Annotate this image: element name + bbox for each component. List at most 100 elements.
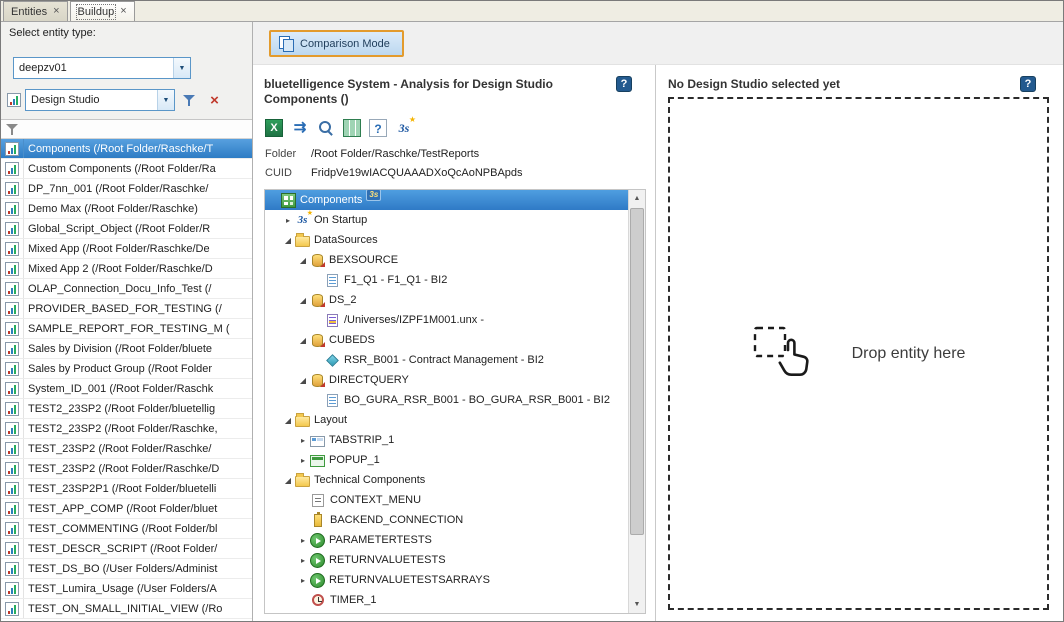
db-icon	[312, 294, 323, 307]
list-item-label: System_ID_001 (/Root Folder/Raschk	[24, 383, 252, 395]
tree-item[interactable]: ◢ DIRECTQUERY	[265, 370, 628, 390]
close-icon[interactable]	[120, 6, 126, 17]
expand-icon[interactable]: ▸	[296, 536, 310, 545]
list-item[interactable]: DP_7nn_001 (/Root Folder/Raschke/	[1, 179, 252, 199]
folder-icon	[295, 236, 310, 247]
tree-item[interactable]: ▸RETURNVALUETESTS	[265, 550, 628, 570]
close-icon[interactable]	[53, 6, 59, 17]
design-studio-app-icon	[5, 502, 19, 516]
drop-zone[interactable]: Drop entity here	[668, 97, 1049, 610]
design-studio-app-icon	[5, 262, 19, 276]
collapse-icon[interactable]: ◢	[281, 236, 295, 245]
list-item[interactable]: TEST_23SP2 (/Root Folder/Raschke/	[1, 439, 252, 459]
list-item[interactable]: TEST2_23SP2 (/Root Folder/Raschke,	[1, 419, 252, 439]
list-item[interactable]: SAMPLE_REPORT_FOR_TESTING_M (	[1, 319, 252, 339]
list-item[interactable]: TEST_23SP2P1 (/Root Folder/bluetelli	[1, 479, 252, 499]
expand-icon[interactable]: ▸	[296, 556, 310, 565]
list-item[interactable]: PROVIDER_BASED_FOR_TESTING (/	[1, 299, 252, 319]
collapse-icon[interactable]: ◢	[296, 256, 310, 265]
transport-icon[interactable]	[291, 119, 309, 137]
list-item[interactable]: TEST_23SP2 (/Root Folder/Raschke/D	[1, 459, 252, 479]
collapse-icon[interactable]: ◢	[296, 336, 310, 345]
tab-buildup[interactable]: Buildup	[70, 1, 135, 21]
tree-item[interactable]: ◢DataSources	[265, 230, 628, 250]
tree-item[interactable]: ▸POPUP_1	[265, 450, 628, 470]
list-item[interactable]: TEST_ON_SMALL_INITIAL_VIEW (/Ro	[1, 599, 252, 619]
entity-grid-filter-row[interactable]	[1, 120, 252, 139]
help-doc-icon[interactable]	[369, 119, 387, 137]
help-icon[interactable]	[1020, 76, 1036, 92]
collapse-icon[interactable]: ◢	[296, 376, 310, 385]
excel-report-icon[interactable]	[343, 119, 361, 137]
list-item[interactable]: Sales by Division (/Root Folder/bluete	[1, 339, 252, 359]
list-item[interactable]: Global_Script_Object (/Root Folder/R	[1, 219, 252, 239]
tree-item[interactable]: ◢Technical Components	[265, 470, 628, 490]
list-item[interactable]: TEST_DS_BO (/User Folders/Administ	[1, 559, 252, 579]
tree-item[interactable]: ◢BEXSOURCE	[265, 250, 628, 270]
cuid-field: CUID FridpVe19wIACQUAAADXoQcAoNPBApds	[265, 167, 646, 179]
tree-item-label: DIRECTQUERY	[325, 374, 409, 386]
icon-cell	[1, 239, 24, 258]
system-dropdown[interactable]: deepzv01	[13, 57, 191, 79]
list-item[interactable]: Mixed App (/Root Folder/Raschke/De	[1, 239, 252, 259]
tree-item[interactable]: F1_Q1 - F1_Q1 - BI2	[265, 270, 628, 290]
collapse-icon[interactable]: ◢	[281, 416, 295, 425]
tree-item[interactable]: Components3s	[265, 190, 628, 210]
tree-item[interactable]: ◢CUBEDS	[265, 330, 628, 350]
tree-item[interactable]: CONTEXT_MENU	[265, 490, 628, 510]
chevron-down-icon[interactable]	[173, 58, 190, 78]
scrollbar-thumb[interactable]	[630, 208, 644, 535]
tree-item[interactable]: ◢Layout	[265, 410, 628, 430]
list-item-label: TEST_DS_BO (/User Folders/Administ	[24, 563, 252, 575]
tree-item[interactable]: RSR_B001 - Contract Management - BI2	[265, 350, 628, 370]
tree-item[interactable]: TIMER_1	[265, 590, 628, 610]
list-item[interactable]: Components (/Root Folder/Raschke/T	[1, 139, 252, 159]
excel-export-icon[interactable]	[265, 119, 283, 137]
cuid-value: FridpVe19wIACQUAAADXoQcAoNPBApds	[311, 167, 523, 179]
list-item[interactable]: Mixed App 2 (/Root Folder/Raschke/D	[1, 259, 252, 279]
tree-item[interactable]: ▸ RETURNVALUETESTSARRAYS	[265, 570, 628, 590]
collapse-icon[interactable]: ◢	[296, 296, 310, 305]
clear-filter-button[interactable]	[204, 90, 225, 111]
list-item[interactable]: TEST_DESCR_SCRIPT (/Root Folder/	[1, 539, 252, 559]
expand-icon[interactable]: ▸	[296, 576, 310, 585]
list-item[interactable]: Sales by Product Group (/Root Folder	[1, 359, 252, 379]
tree-item[interactable]: BO_GURA_RSR_B001 - BO_GURA_RSR_B001 - BI…	[265, 390, 628, 410]
tree-item[interactable]: ▸On Startup	[265, 210, 628, 230]
list-item[interactable]: TEST_APP_COMP (/Root Folder/bluet	[1, 499, 252, 519]
tree-item-label: BO_GURA_RSR_B001 - BO_GURA_RSR_B001 - BI…	[340, 394, 610, 406]
system-dropdown-value: deepzv01	[19, 62, 67, 74]
tree-item[interactable]: ▸TABSTRIP_1	[265, 430, 628, 450]
help-icon[interactable]	[616, 76, 632, 92]
doc-icon	[327, 274, 338, 287]
tree-item[interactable]: ◢DS_2	[265, 290, 628, 310]
list-item[interactable]: TEST_Lumira_Usage (/User Folders/A	[1, 579, 252, 599]
tab-entities[interactable]: Entities	[3, 1, 68, 21]
3s-settings-icon[interactable]	[395, 119, 413, 137]
tree-item[interactable]: ▸PARAMETERTESTS	[265, 530, 628, 550]
design-studio-app-icon	[5, 382, 19, 396]
tree-item-label: RETURNVALUETESTSARRAYS	[325, 574, 490, 586]
expand-icon[interactable]: ▸	[296, 456, 310, 465]
chevron-down-icon[interactable]	[157, 90, 174, 110]
list-item-label: SAMPLE_REPORT_FOR_TESTING_M (	[24, 323, 252, 335]
list-item[interactable]: Demo Max (/Root Folder/Raschke)	[1, 199, 252, 219]
expand-icon[interactable]: ▸	[281, 216, 295, 225]
list-item[interactable]: Custom Components (/Root Folder/Ra	[1, 159, 252, 179]
list-item[interactable]: System_ID_001 (/Root Folder/Raschk	[1, 379, 252, 399]
scrollbar[interactable]	[628, 190, 645, 613]
tree-item-label: F1_Q1 - F1_Q1 - BI2	[340, 274, 447, 286]
tree-item[interactable]: BACKEND_CONNECTION	[265, 510, 628, 530]
list-item[interactable]: OLAP_Connection_Docu_Info_Test (/	[1, 279, 252, 299]
scroll-down-icon[interactable]	[629, 596, 645, 613]
entity-type-dropdown[interactable]: Design Studio	[25, 89, 175, 111]
list-item[interactable]: TEST_COMMENTING (/Root Folder/bl	[1, 519, 252, 539]
list-item[interactable]: TEST2_23SP2 (/Root Folder/bluetellig	[1, 399, 252, 419]
expand-icon[interactable]: ▸	[296, 436, 310, 445]
comparison-mode-button[interactable]: Comparison Mode	[269, 30, 404, 57]
filter-button[interactable]	[179, 90, 200, 111]
tree-item[interactable]: /Universes/IZPF1M001.unx -	[265, 310, 628, 330]
scroll-up-icon[interactable]	[629, 190, 645, 207]
collapse-icon[interactable]: ◢	[281, 476, 295, 485]
zoom-icon[interactable]	[317, 119, 335, 137]
